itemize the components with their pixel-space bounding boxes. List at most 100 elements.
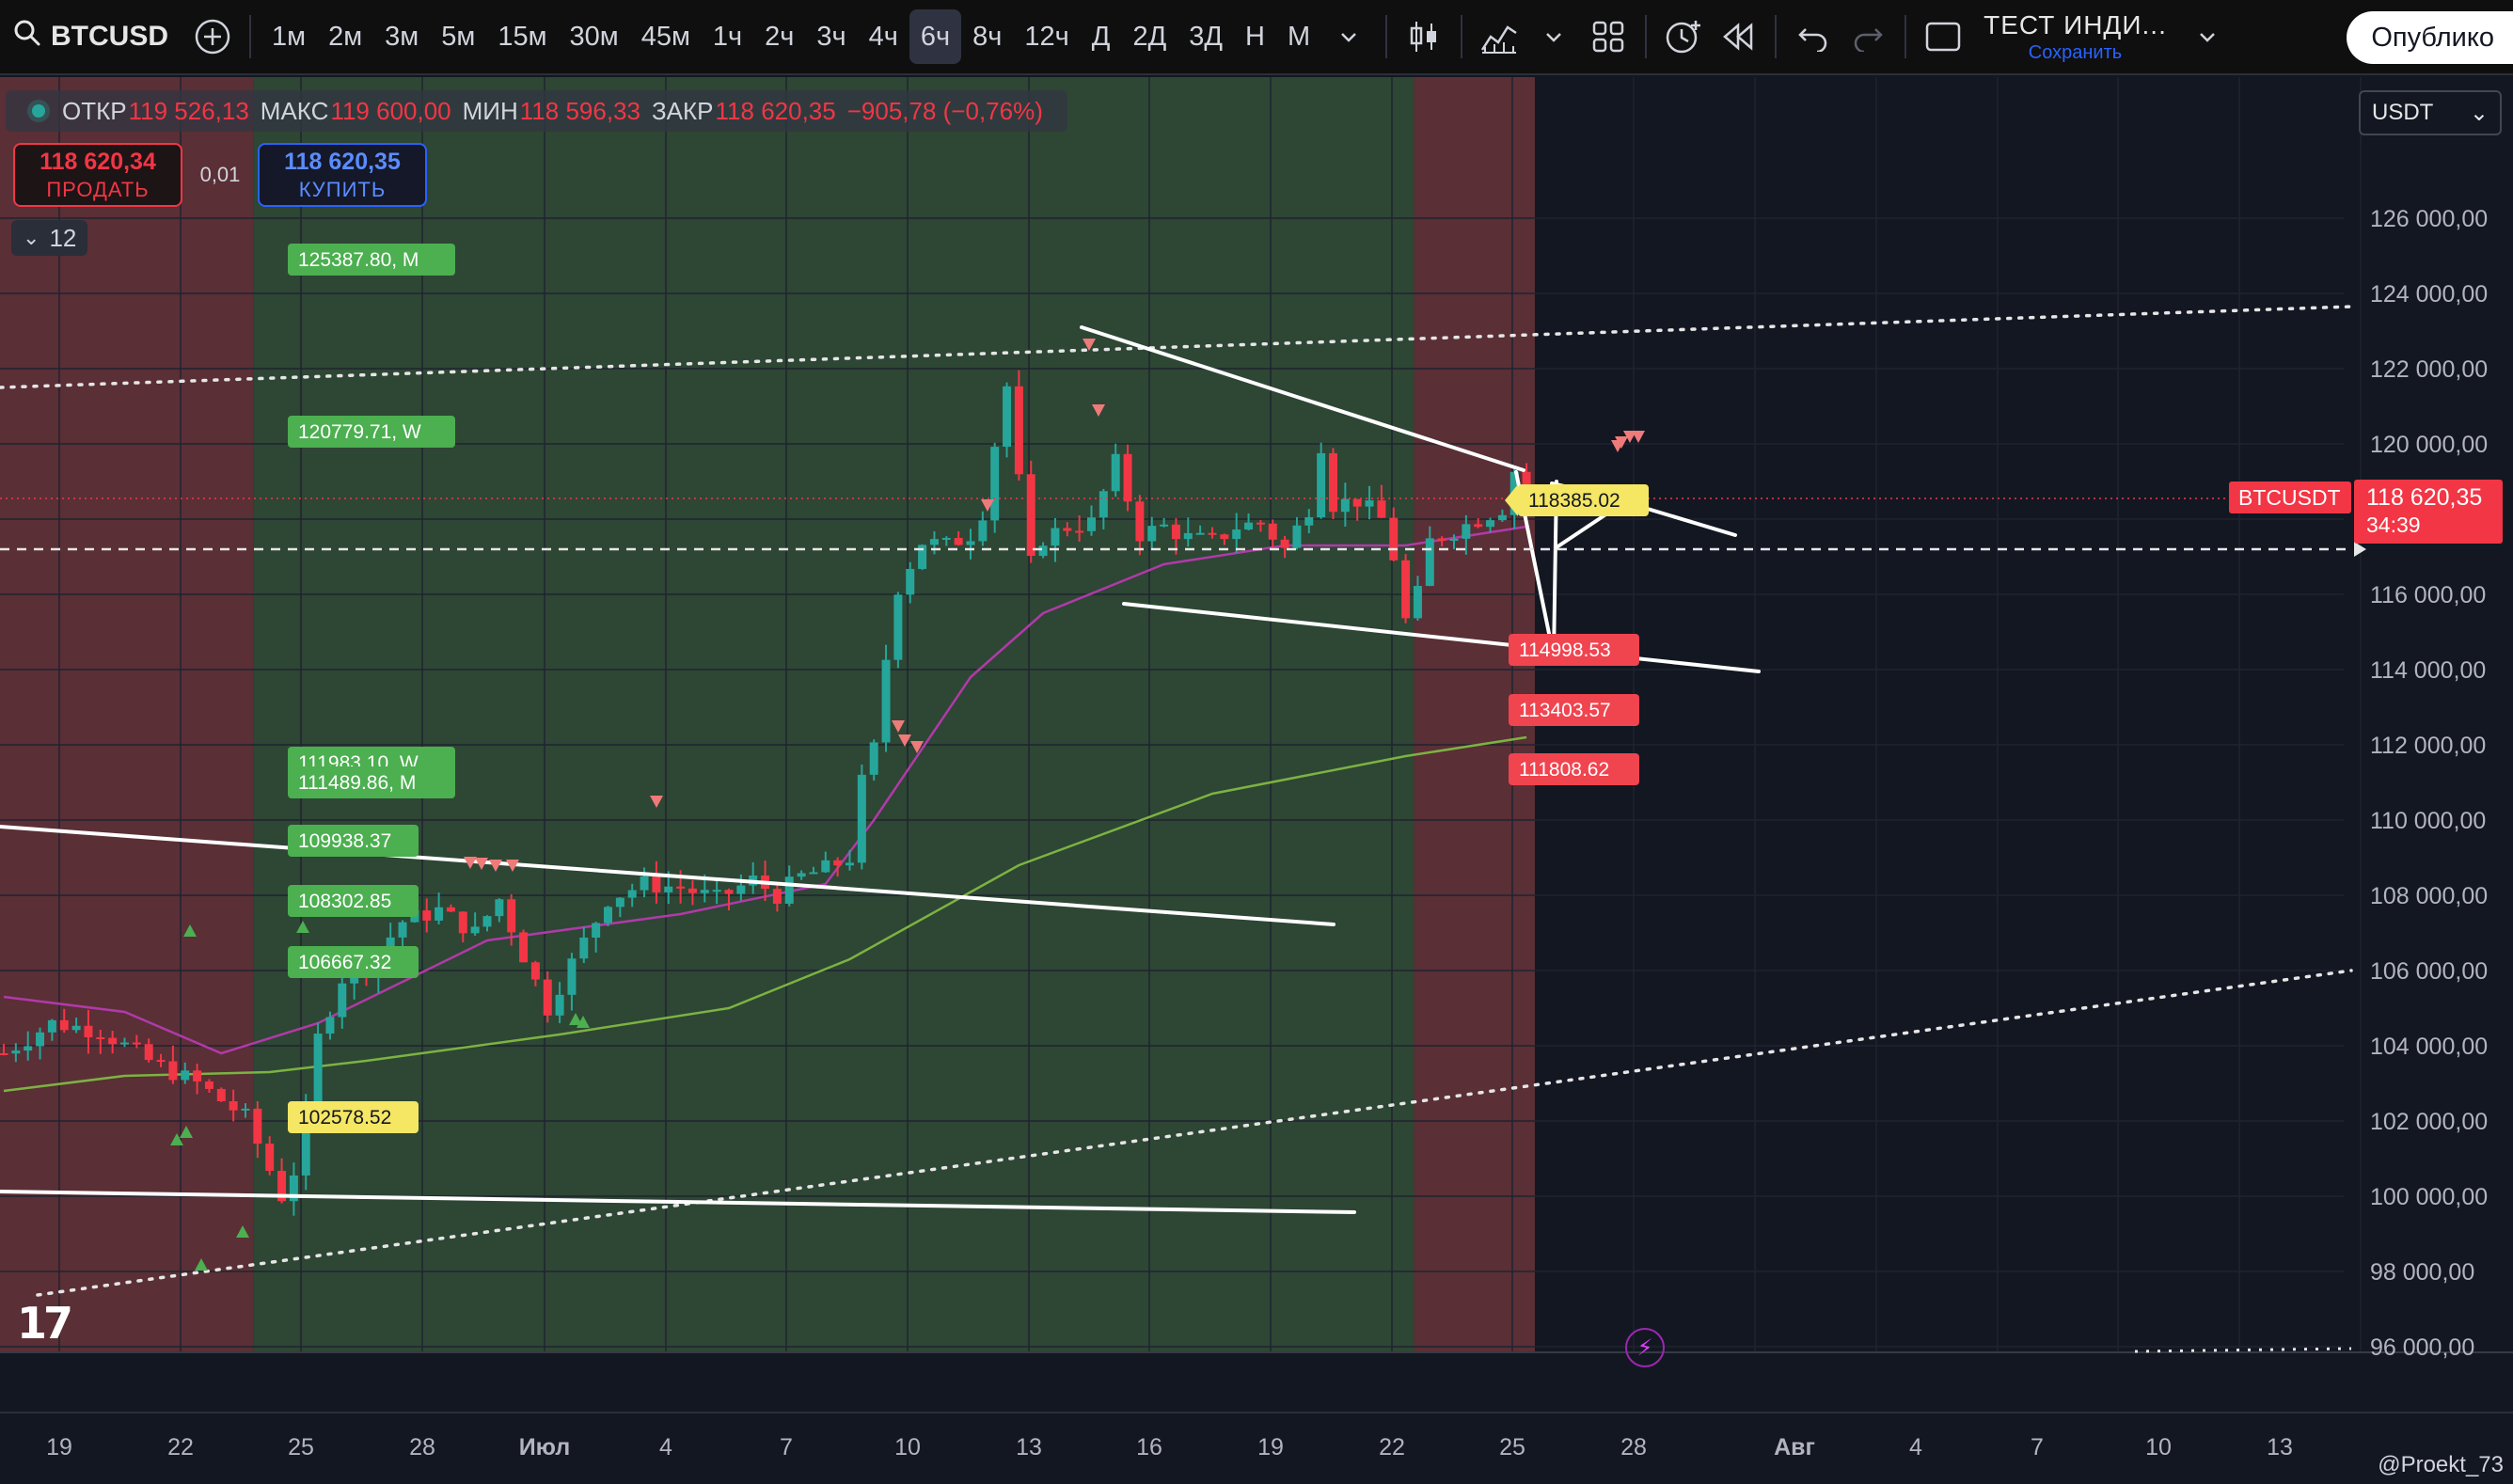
interval-button[interactable]: 8ч (961, 9, 1013, 64)
alert-clock-icon[interactable] (1656, 9, 1711, 64)
candle-body (36, 1032, 45, 1047)
candle-body (11, 1050, 21, 1054)
y-axis-tick-label: 96 000,00 (2370, 1334, 2474, 1361)
buy-button[interactable]: 118 620,35 КУПИТЬ (258, 143, 427, 207)
candle-body (857, 774, 866, 863)
interval-button[interactable]: 3м (373, 9, 430, 64)
candle-body (567, 958, 577, 995)
candle-body (1183, 532, 1193, 540)
candle-body (507, 899, 516, 933)
candle-body (846, 862, 854, 866)
candle-body (422, 910, 432, 921)
candle-body (1098, 491, 1108, 518)
candle-body (1352, 498, 1362, 507)
interval-button[interactable]: 2ч (753, 9, 805, 64)
candle-body (1244, 522, 1254, 530)
candle-body (1014, 386, 1023, 475)
chevron-down-icon: ⌄ (2469, 100, 2489, 126)
interval-button[interactable]: 45м (630, 9, 702, 64)
symbol-search[interactable]: BTCUSD (0, 0, 185, 74)
candle-body (579, 937, 589, 959)
candle-body (132, 1042, 141, 1045)
candle-body (1413, 586, 1422, 619)
interval-button[interactable]: М (1276, 9, 1321, 64)
price-label-text: 111489.86, M (298, 772, 416, 794)
interval-button[interactable]: 2м (317, 9, 373, 64)
interval-button[interactable]: 3ч (805, 9, 857, 64)
layout-name[interactable]: ТЕСТ ИНДИ... Сохранить (1984, 10, 2167, 64)
candle-body (784, 876, 794, 904)
indicators-collapse-button[interactable]: ⌄ 12 (11, 220, 88, 256)
interval-button[interactable]: 12ч (1013, 9, 1080, 64)
price-chart[interactable]: 125387.80, M120779.71, W111983.10, W1114… (0, 77, 2513, 1484)
y-axis-tick-label: 108 000,00 (2370, 883, 2488, 909)
layout-title: ТЕСТ ИНДИ... (1984, 9, 2167, 39)
templates-grid-icon[interactable] (1581, 9, 1636, 64)
candle-body (555, 994, 564, 1016)
candle-body (1147, 526, 1157, 542)
open-value: 119 526,13 (128, 96, 249, 125)
currency-select[interactable]: USDT ⌄ (2359, 90, 2502, 135)
interval-button[interactable]: 30м (559, 9, 630, 64)
low-value: 118 596,33 (519, 96, 640, 125)
chart-pane[interactable]: 125387.80, M 120779.71, W 111983.10, W 1114… (0, 77, 2513, 1484)
interval-button[interactable]: 2Д (1121, 9, 1177, 64)
candle-body (869, 742, 878, 775)
candle-body (96, 1036, 105, 1039)
candle-body (193, 1070, 202, 1081)
price-label-text: 120779.71, W (298, 421, 421, 443)
interval-button[interactable]: 1ч (702, 9, 753, 64)
candle-body (1268, 523, 1277, 540)
price-label-text: 102578.52 (298, 1107, 391, 1129)
interval-button[interactable]: 1м (261, 9, 317, 64)
candles-chart-type-icon[interactable] (1397, 9, 1451, 64)
order-quantity[interactable]: 0,01 (182, 163, 258, 187)
candle-body (338, 983, 347, 1018)
toolbar-divider (1775, 15, 1778, 58)
candle-body (1160, 524, 1169, 527)
candle-body (1256, 522, 1265, 525)
candle-body (1063, 528, 1072, 531)
candle-body (181, 1070, 190, 1081)
tradingview-logo[interactable]: 17 (17, 1298, 73, 1349)
y-axis-tick-label: 124 000,00 (2370, 281, 2488, 308)
replay-rewind-icon[interactable] (1711, 9, 1765, 64)
undo-icon[interactable] (1786, 9, 1841, 64)
interval-button[interactable]: 6ч (909, 9, 962, 64)
interval-button[interactable]: 5м (430, 9, 486, 64)
candle-body (604, 907, 612, 924)
interval-button[interactable]: 15м (486, 9, 558, 64)
lightning-icon[interactable]: ⚡ (1625, 1328, 1665, 1367)
interval-button[interactable]: 3Д (1177, 9, 1234, 64)
chevron-down-icon[interactable] (2180, 9, 2235, 64)
candle-body (736, 885, 746, 894)
publish-button[interactable]: Опублико (2347, 11, 2513, 64)
candle-body (325, 1017, 335, 1034)
close-value: 118 620,35 (715, 96, 836, 125)
y-axis-tick-label: 104 000,00 (2370, 1034, 2488, 1060)
candle-body (313, 1034, 323, 1110)
y-axis-tick-label: 122 000,00 (2370, 356, 2488, 383)
chevron-down-icon[interactable] (1321, 9, 1376, 64)
layout-frame-icon[interactable] (1916, 9, 1970, 64)
candle-body (47, 1019, 56, 1033)
candle-body (1462, 524, 1471, 539)
y-axis-tick-label: 114 000,00 (2370, 657, 2486, 684)
redo-icon[interactable] (1841, 9, 1895, 64)
interval-button[interactable]: Д (1081, 9, 1122, 64)
chevron-down-icon[interactable] (1526, 9, 1581, 64)
interval-button[interactable]: 4ч (858, 9, 909, 64)
candle-body (615, 897, 624, 908)
add-symbol-icon[interactable] (185, 9, 240, 64)
sell-button[interactable]: 118 620,34 ПРОДАТЬ (13, 143, 182, 207)
candle-body (1195, 532, 1205, 535)
last-price-value: 118 620,35 (2366, 484, 2482, 511)
toolbar-divider (1385, 15, 1388, 58)
toolbar-divider (1905, 15, 1907, 58)
candle-body (120, 1042, 129, 1045)
interval-button[interactable]: Н (1234, 9, 1276, 64)
buy-label: КУПИТЬ (298, 177, 387, 201)
indicators-icon[interactable] (1472, 9, 1526, 64)
candle-body (821, 860, 830, 873)
candle-body (966, 541, 975, 545)
